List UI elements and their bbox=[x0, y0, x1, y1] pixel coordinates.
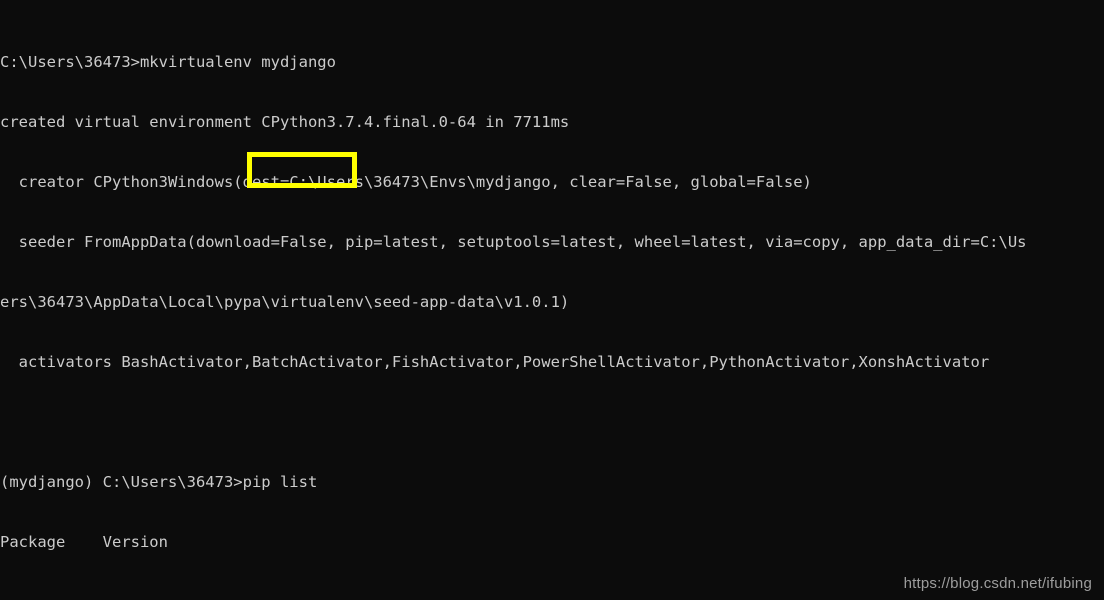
console-line-activators: activators BashActivator,BatchActivator,… bbox=[0, 353, 990, 371]
console-line-seeder-part2: ers\36473\AppData\Local\pypa\virtualenv\… bbox=[0, 293, 570, 311]
console-line-command-mkvirtualenv: C:\Users\36473>mkvirtualenv mydjango bbox=[0, 53, 336, 71]
console-output-area[interactable]: C:\Users\36473>mkvirtualenv mydjango cre… bbox=[0, 12, 1104, 600]
command-prompt-window[interactable]: C:\Users\36473>mkvirtualenv mydjango cre… bbox=[0, 0, 1104, 600]
console-line-blank-1 bbox=[0, 412, 1104, 432]
console-line-table-header: Package Version bbox=[0, 533, 168, 551]
console-line-table-separator: ---------- ------- bbox=[0, 592, 1104, 600]
console-line-created-env: created virtual environment CPython3.7.4… bbox=[0, 113, 570, 131]
console-line-creator: creator CPython3Windows(dest=C:\Users\36… bbox=[0, 173, 812, 191]
console-line-seeder-part1: seeder FromAppData(download=False, pip=l… bbox=[0, 233, 1027, 251]
watermark-text: https://blog.csdn.net/ifubing bbox=[903, 575, 1092, 592]
console-line-command-pip-list: (mydjango) C:\Users\36473>pip list bbox=[0, 473, 318, 491]
